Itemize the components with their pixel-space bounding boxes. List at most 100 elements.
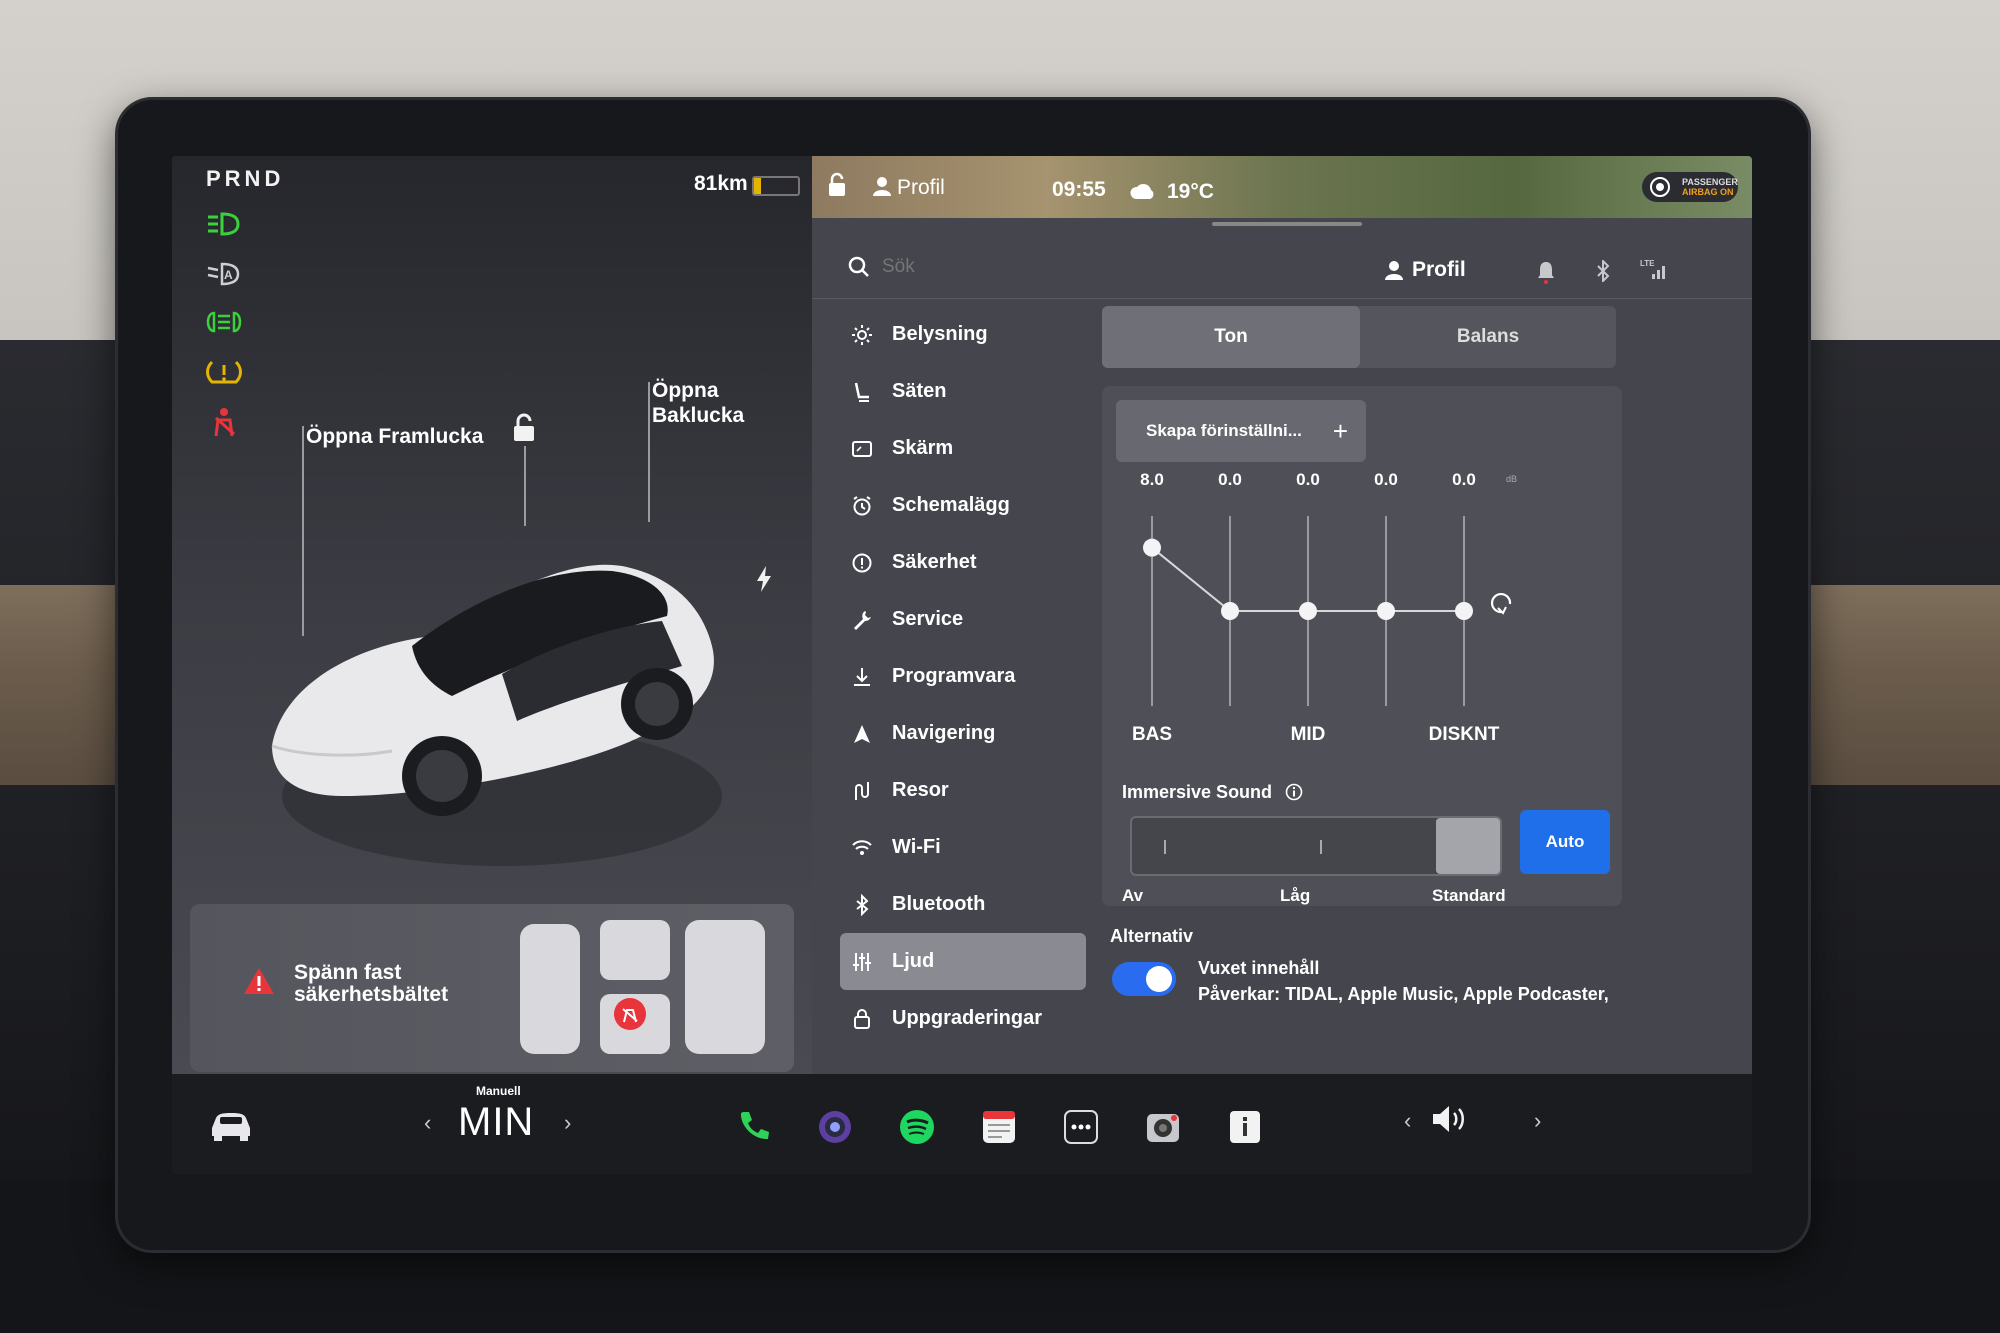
- warning-triangle-icon: [244, 968, 274, 994]
- eq-handle-low-mid[interactable]: [1221, 602, 1239, 620]
- sidebar-item-label: Service: [892, 608, 964, 630]
- airbag-line-1: PASSENGER: [1682, 177, 1738, 187]
- immersive-auto-button[interactable]: Auto: [1520, 810, 1610, 874]
- eq-high-mid-value: 0.0: [1374, 470, 1398, 489]
- sidebar-item-service[interactable]: Service: [840, 591, 1086, 648]
- tab-tone[interactable]: Ton: [1102, 306, 1360, 368]
- sidebar-item-programvara[interactable]: Programvara: [840, 648, 1086, 705]
- calendar-icon[interactable]: [980, 1108, 1018, 1146]
- immersive-sound-thumb[interactable]: [1436, 818, 1500, 874]
- camera-lens-icon[interactable]: [816, 1108, 854, 1146]
- passenger-airbag-status: PASSENGER AIRBAG ON: [1642, 172, 1738, 202]
- open-frunk-callout[interactable]: Öppna Framlucka: [306, 424, 483, 449]
- sidebar-item-label: Belysning: [892, 323, 988, 345]
- headlight-on-icon: [208, 212, 240, 236]
- sidebar-item-schemalägg[interactable]: Schemalägg: [840, 477, 1086, 534]
- info-icon[interactable]: [1226, 1108, 1264, 1146]
- vehicle-render[interactable]: [262, 496, 762, 896]
- climate-decrease-arrow[interactable]: ‹: [424, 1110, 431, 1136]
- svg-text:LTE: LTE: [1640, 259, 1655, 268]
- spotify-icon[interactable]: [898, 1108, 936, 1146]
- navigation-arrow-icon: [850, 722, 874, 746]
- bluetooth-status-icon[interactable]: [1596, 260, 1610, 282]
- immersive-level-off: Av: [1122, 886, 1144, 905]
- adult-content-toggle[interactable]: [1112, 962, 1176, 996]
- audio-tabs: Ton Balans: [1102, 306, 1616, 368]
- sidebar-item-ljud[interactable]: Ljud: [840, 933, 1086, 990]
- eq-handle-mid[interactable]: [1299, 602, 1317, 620]
- create-preset-button[interactable]: Skapa förinställni... +: [1116, 400, 1366, 462]
- audio-settings: Ton Balans Skapa förinställni... + 8.0 0…: [1102, 306, 1742, 1066]
- climate-mode-label: Manuell: [476, 1084, 521, 1098]
- sidebar-item-label: Uppgraderingar: [892, 1007, 1043, 1029]
- speaker-volume-icon[interactable]: [1430, 1102, 1472, 1136]
- unlock-icon[interactable]: [508, 412, 540, 444]
- cloud-icon: [1130, 183, 1154, 199]
- adult-content-description: Påverkar: TIDAL, Apple Music, Apple Podc…: [1198, 984, 1609, 1004]
- download-icon: [850, 665, 874, 689]
- car-icon[interactable]: [208, 1108, 254, 1142]
- touchscreen: PRND 81km A Öppna Framlucka Öppna Bakluc…: [172, 156, 1752, 1174]
- sidebar-item-uppgraderingar[interactable]: Uppgraderingar: [840, 990, 1086, 1047]
- sidebar-item-label: Programvara: [892, 665, 1016, 687]
- search-icon: [848, 256, 869, 277]
- seat-icon: [850, 380, 874, 404]
- create-preset-label: Skapa förinställni...: [1146, 421, 1302, 440]
- sidebar-item-bluetooth[interactable]: Bluetooth: [840, 876, 1086, 933]
- sidebar-item-säten[interactable]: Säten: [840, 363, 1086, 420]
- sidebar-item-label: Schemalägg: [892, 494, 1010, 516]
- tab-balance[interactable]: Balans: [1360, 306, 1616, 368]
- info-circle-icon[interactable]: [1285, 783, 1303, 801]
- seat-map-icon: [520, 920, 765, 1054]
- phone-icon[interactable]: [734, 1108, 772, 1146]
- more-icon[interactable]: [1062, 1108, 1100, 1146]
- driver-profile-icon[interactable]: [1384, 260, 1404, 280]
- immersive-tick-off: [1164, 840, 1166, 854]
- sidebar-item-label: Skärm: [892, 437, 954, 459]
- vehicle-panel: PRND 81km A Öppna Framlucka Öppna Bakluc…: [172, 156, 812, 1074]
- sidebar-item-wi-fi[interactable]: Wi-Fi: [840, 819, 1086, 876]
- eq-treble-label: DISKNT: [1428, 724, 1500, 745]
- volume-decrease-arrow[interactable]: ‹: [1404, 1108, 1411, 1134]
- wrench-icon: [850, 608, 874, 632]
- eq-bass-value: 8.0: [1140, 470, 1164, 489]
- eq-handle-bass[interactable]: [1143, 538, 1161, 557]
- map-drag-handle[interactable]: [1212, 222, 1362, 226]
- sidebar-item-navigering[interactable]: Navigering: [840, 705, 1086, 762]
- volume-increase-arrow[interactable]: ›: [1534, 1108, 1541, 1134]
- settings-search-input[interactable]: [880, 252, 1184, 282]
- immersive-sound-slider[interactable]: [1130, 816, 1502, 876]
- gear-selector-indicator: PRND: [206, 166, 285, 191]
- tpms-warning-icon: [206, 360, 242, 384]
- sidebar-item-label: Navigering: [892, 722, 996, 744]
- dashcam-icon[interactable]: [1144, 1108, 1182, 1146]
- climate-increase-arrow[interactable]: ›: [564, 1110, 571, 1136]
- eq-handle-treble[interactable]: [1455, 602, 1473, 620]
- seatbelt-warning-icon: [214, 408, 235, 437]
- sidebar-item-label: Wi-Fi: [892, 836, 941, 858]
- airbag-icon: [1650, 177, 1670, 197]
- immersive-level-standard: Standard: [1432, 886, 1506, 905]
- sidebar-item-säkerhet[interactable]: Säkerhet: [840, 534, 1086, 591]
- lock-status-icon[interactable]: [826, 172, 848, 198]
- climate-mode-value[interactable]: MIN: [458, 1100, 534, 1145]
- alert-circle-icon: [850, 551, 874, 575]
- outside-temperature: 19°C: [1167, 180, 1214, 203]
- sidebar-item-belysning[interactable]: Belysning: [840, 306, 1086, 363]
- driver-profile-button[interactable]: Profil: [1412, 258, 1466, 282]
- eq-handle-high-mid[interactable]: [1377, 602, 1395, 620]
- sidebar-item-resor[interactable]: Resor: [840, 762, 1086, 819]
- sidebar-item-skärm[interactable]: Skärm: [840, 420, 1086, 477]
- immersive-tick-low: [1320, 840, 1322, 854]
- notification-bell-icon[interactable]: [1536, 260, 1556, 284]
- db-unit-label: dB: [1506, 474, 1518, 484]
- options-title: Alternativ: [1110, 926, 1194, 946]
- eq-reset-icon[interactable]: [1490, 592, 1512, 615]
- equalizer-graph[interactable]: [1102, 496, 1622, 726]
- eq-mid-label: MID: [1290, 724, 1326, 745]
- open-trunk-callout[interactable]: Öppna Baklucka: [652, 378, 762, 428]
- adult-content-label: Vuxet innehåll: [1198, 958, 1320, 978]
- sidebar-item-label: Resor: [892, 779, 949, 801]
- immersive-sound-title: Immersive Sound: [1122, 782, 1303, 803]
- status-profile-label[interactable]: Profil: [897, 176, 945, 200]
